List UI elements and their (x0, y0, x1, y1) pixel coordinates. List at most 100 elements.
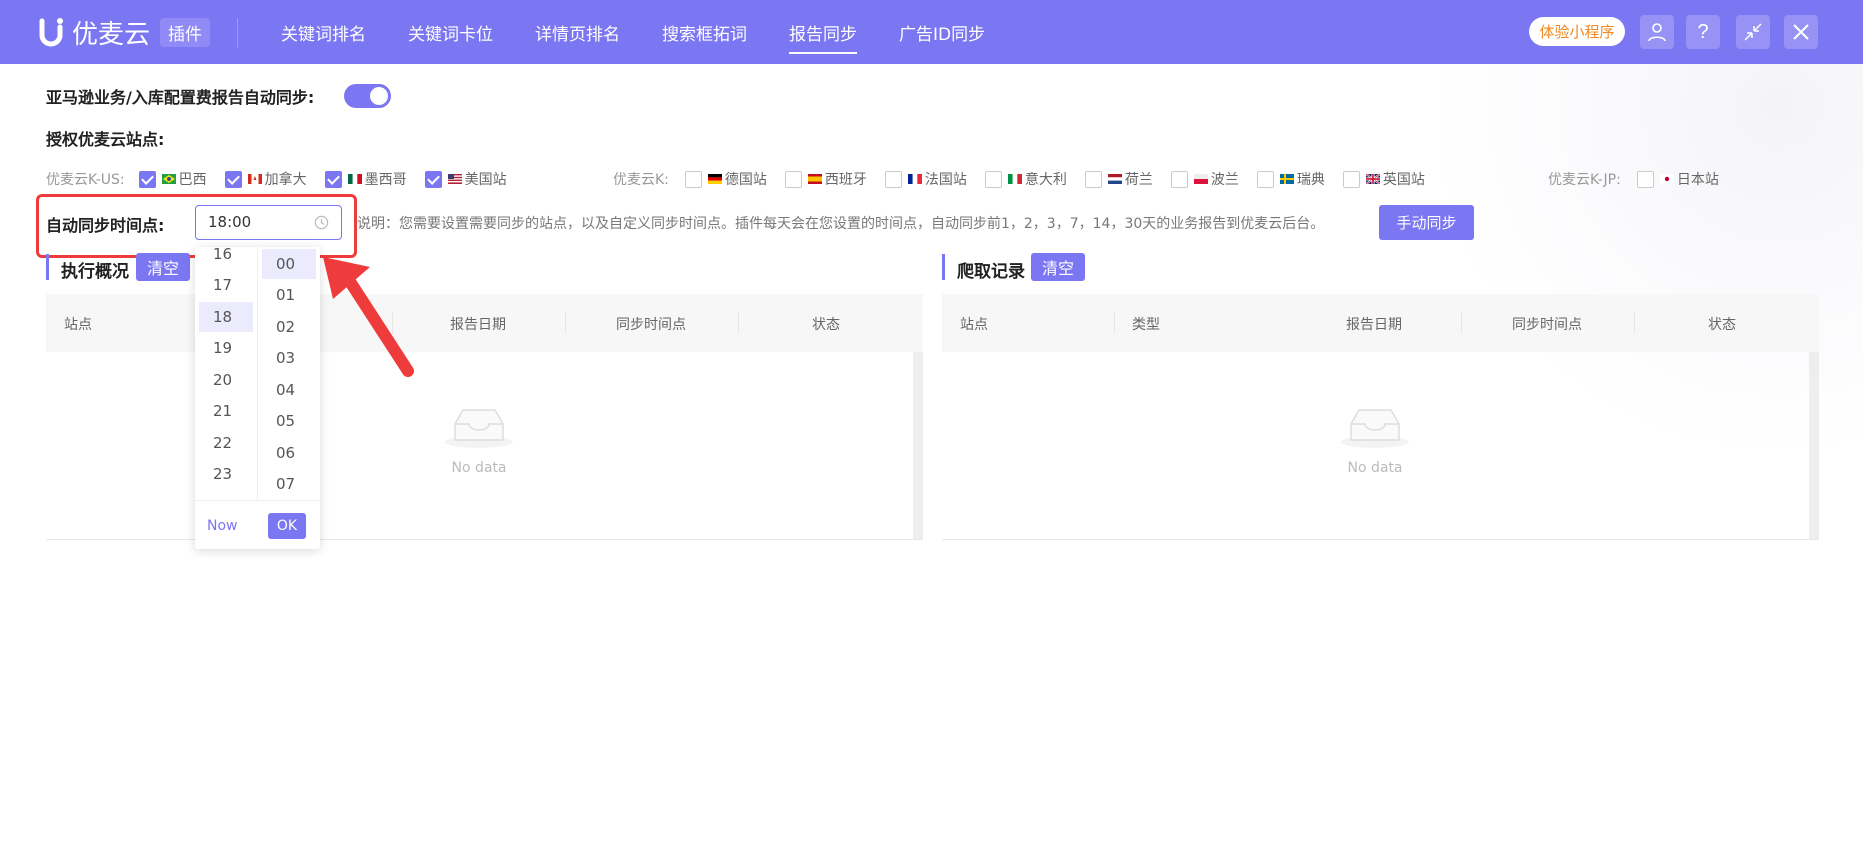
hour-option[interactable]: 16 (199, 247, 253, 269)
site-label: 西班牙 (824, 172, 867, 188)
usa-flag-icon (447, 174, 462, 184)
mexico-flag-icon (347, 174, 362, 184)
nav-ad-id-sync[interactable]: 广告ID同步 (899, 20, 985, 45)
hour-column[interactable]: 16 17 18 19 20 21 22 23 (195, 247, 258, 500)
spain-flag-icon (807, 174, 822, 184)
checkbox[interactable] (984, 170, 1002, 188)
empty-state: No data (1335, 404, 1415, 476)
column-header-report-date: 报告日期 (450, 317, 506, 333)
checkbox[interactable] (1256, 170, 1274, 188)
site-japan[interactable]: 日本站 (1636, 169, 1719, 189)
site-poland[interactable]: 波兰 (1170, 169, 1239, 189)
nav-keyword-slot[interactable]: 关键词卡位 (408, 20, 493, 45)
execution-table-body: No data (46, 352, 923, 540)
nav-keyword-rank[interactable]: 关键词排名 (281, 20, 366, 45)
site-brazil[interactable]: 巴西 (138, 169, 207, 189)
time-picker-dropdown: 16 17 18 19 20 21 22 23 00 01 02 03 04 0… (195, 247, 320, 549)
now-button[interactable]: Now (207, 518, 238, 534)
execution-clear-button[interactable]: 清空 (136, 253, 190, 281)
column-header-status: 状态 (812, 317, 840, 333)
checkbox[interactable] (1170, 170, 1188, 188)
site-group-eu: 优麦云K: 德国站 西班牙 法国站 意大利 荷兰 波兰 瑞典 英国站 (613, 168, 1425, 190)
nav-search-expand[interactable]: 搜索框拓词 (662, 20, 747, 45)
germany-flag-icon (707, 174, 722, 184)
hour-option[interactable]: 19 (199, 333, 253, 363)
auto-sync-label: 亚马逊业务/入库配置费报告自动同步: (46, 88, 315, 107)
italy-flag-icon (1007, 174, 1022, 184)
column-header-sync-time: 同步时间点 (616, 317, 686, 333)
scrollbar[interactable] (1809, 352, 1819, 539)
hour-option[interactable]: 22 (199, 428, 253, 458)
column-header-site: 站点 (64, 317, 92, 333)
hour-option[interactable]: 21 (199, 396, 253, 426)
checkbox[interactable] (224, 170, 242, 188)
user-button[interactable] (1640, 15, 1674, 49)
help-icon: ? (1697, 20, 1709, 43)
minute-option[interactable]: 02 (262, 312, 316, 342)
group-label-jp: 优麦云K-JP: (1548, 172, 1621, 188)
france-flag-icon (907, 174, 922, 184)
help-button[interactable]: ? (1686, 15, 1720, 49)
column-header-report-date: 报告日期 (1346, 317, 1402, 333)
checkbox[interactable] (1342, 170, 1360, 188)
divider (237, 18, 238, 48)
site-usa[interactable]: 美国站 (424, 169, 507, 189)
section-bar (942, 254, 945, 280)
empty-state: No data (439, 404, 519, 476)
site-germany[interactable]: 德国站 (684, 169, 767, 189)
hour-option[interactable]: 23 (199, 459, 253, 489)
site-canada[interactable]: 加拿大 (224, 169, 307, 189)
close-button[interactable] (1784, 15, 1818, 49)
ok-button[interactable]: OK (268, 513, 306, 539)
close-icon (1793, 24, 1809, 40)
minute-option[interactable]: 01 (262, 280, 316, 310)
hour-option[interactable]: 20 (199, 365, 253, 395)
hour-option[interactable]: 17 (199, 270, 253, 300)
column-separator (1461, 312, 1462, 334)
collapse-button[interactable] (1736, 15, 1770, 49)
checkbox[interactable] (324, 170, 342, 188)
crawl-clear-button[interactable]: 清空 (1031, 253, 1085, 281)
minute-option[interactable]: 05 (262, 406, 316, 436)
minute-option[interactable]: 04 (262, 375, 316, 405)
scrollbar[interactable] (913, 352, 923, 539)
nav-report-sync[interactable]: 报告同步 (789, 20, 857, 54)
netherlands-flag-icon (1107, 174, 1122, 184)
minute-option[interactable]: 07 (262, 469, 316, 499)
manual-sync-button[interactable]: 手动同步 (1379, 205, 1474, 240)
brazil-flag-icon (161, 174, 176, 184)
collapse-icon (1744, 23, 1762, 41)
site-italy[interactable]: 意大利 (984, 169, 1067, 189)
site-uk[interactable]: 英国站 (1342, 169, 1425, 189)
checkbox[interactable] (1636, 170, 1654, 188)
column-separator (1634, 312, 1635, 334)
site-netherlands[interactable]: 荷兰 (1084, 169, 1153, 189)
site-spain[interactable]: 西班牙 (784, 169, 867, 189)
checkbox[interactable] (424, 170, 442, 188)
site-france[interactable]: 法国站 (884, 169, 967, 189)
site-mexico[interactable]: 墨西哥 (324, 169, 407, 189)
checkbox[interactable] (884, 170, 902, 188)
poland-flag-icon (1193, 174, 1208, 184)
checkbox[interactable] (684, 170, 702, 188)
checkbox[interactable] (784, 170, 802, 188)
hour-option-selected[interactable]: 18 (199, 302, 253, 332)
minute-option-selected[interactable]: 00 (262, 249, 316, 279)
site-group-us: 优麦云K-US: 巴西 加拿大 墨西哥 美国站 (46, 168, 507, 190)
minute-option[interactable]: 06 (262, 438, 316, 468)
canada-flag-icon (247, 174, 262, 184)
empty-text: No data (1347, 460, 1403, 476)
mini-program-button[interactable]: 体验小程序 (1529, 17, 1625, 46)
logo-badge: 插件 (160, 17, 211, 47)
minute-option[interactable]: 03 (262, 343, 316, 373)
annotation-arrow-icon (323, 257, 414, 377)
site-sweden[interactable]: 瑞典 (1256, 169, 1325, 189)
crawl-table-header: 站点 类型 报告日期 同步时间点 状态 (942, 294, 1819, 352)
minute-column[interactable]: 00 01 02 03 04 05 06 07 (258, 247, 320, 500)
column-header-type: 类型 (1132, 317, 1160, 333)
sweden-flag-icon (1279, 174, 1294, 184)
checkbox[interactable] (138, 170, 156, 188)
checkbox[interactable] (1084, 170, 1102, 188)
nav-detail-rank[interactable]: 详情页排名 (535, 20, 620, 45)
auto-sync-toggle[interactable] (344, 84, 391, 108)
